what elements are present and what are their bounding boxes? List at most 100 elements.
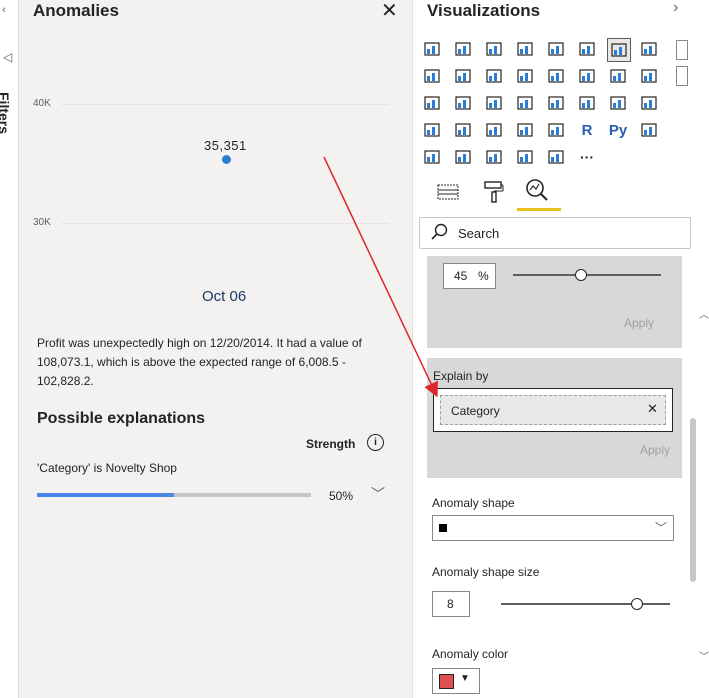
scroll-down-icon[interactable]: ﹀ bbox=[699, 648, 709, 663]
filters-label[interactable]: Filters bbox=[0, 92, 12, 134]
shape-size-slider-thumb[interactable] bbox=[631, 598, 644, 610]
pie-icon[interactable] bbox=[638, 65, 660, 87]
gridline-30k bbox=[61, 223, 389, 224]
shape-size-slider[interactable] bbox=[501, 603, 670, 605]
slicer-icon[interactable] bbox=[483, 119, 505, 141]
info-icon[interactable]: i bbox=[367, 434, 384, 451]
r-visual-icon[interactable]: R bbox=[576, 119, 598, 141]
strength-bar-fill bbox=[37, 493, 174, 497]
azure-map-icon[interactable] bbox=[576, 92, 598, 114]
color-swatch bbox=[439, 674, 454, 689]
explain-by-field-label: Category bbox=[451, 404, 500, 418]
gauge-icon[interactable] bbox=[607, 92, 629, 114]
paginated-report-icon[interactable] bbox=[483, 146, 505, 168]
chevron-down-icon[interactable]: ﹀ bbox=[371, 484, 385, 504]
kpi-icon[interactable] bbox=[452, 119, 474, 141]
caret-down-icon: ▼ bbox=[460, 673, 470, 684]
more-visuals-icon[interactable]: ··· bbox=[576, 146, 598, 168]
area-chart-icon[interactable] bbox=[638, 38, 660, 60]
anomaly-shape-label: Anomaly shape bbox=[432, 496, 515, 510]
line-column-icon[interactable] bbox=[452, 65, 474, 87]
threshold-slider[interactable] bbox=[513, 274, 661, 276]
card-icon[interactable] bbox=[638, 92, 660, 114]
key-influencers-icon[interactable] bbox=[638, 119, 660, 141]
y-tick-40k: 40K bbox=[33, 98, 51, 109]
collapse-arrow-icon[interactable]: ‹ bbox=[2, 4, 6, 16]
chevron-down-icon: ﹀ bbox=[655, 521, 668, 535]
explanation-label[interactable]: 'Category' is Novelty Shop bbox=[37, 461, 177, 475]
point-value-label: 35,351 bbox=[204, 138, 247, 153]
anomaly-point[interactable] bbox=[222, 155, 231, 164]
scatter-icon[interactable] bbox=[607, 65, 629, 87]
qna-icon[interactable] bbox=[452, 146, 474, 168]
waterfall-icon[interactable] bbox=[545, 65, 567, 87]
map-icon[interactable] bbox=[483, 92, 505, 114]
search-icon bbox=[430, 223, 448, 246]
stacked-100-column-icon[interactable] bbox=[576, 38, 598, 60]
search-input[interactable]: Search bbox=[458, 226, 499, 241]
scroll-up-icon[interactable]: ︿ bbox=[699, 306, 709, 321]
threshold-input[interactable]: 45 % bbox=[443, 263, 496, 289]
filled-map-icon[interactable] bbox=[514, 92, 536, 114]
bar-chart-icon[interactable] bbox=[452, 38, 474, 60]
donut-icon[interactable] bbox=[421, 92, 443, 114]
paint-roller-icon bbox=[484, 181, 504, 203]
stacked-bar-icon[interactable] bbox=[421, 38, 443, 60]
power-apps-icon[interactable] bbox=[545, 146, 567, 168]
close-icon[interactable]: ✕ bbox=[381, 0, 398, 23]
visualizations-title: Visualizations bbox=[427, 1, 541, 20]
tab-analytics[interactable] bbox=[525, 178, 549, 202]
anomaly-shape-dropdown[interactable]: ﹀ bbox=[432, 515, 674, 541]
side-box-1[interactable] bbox=[676, 40, 688, 60]
strength-value: 50% bbox=[329, 489, 354, 503]
table-icon[interactable] bbox=[514, 119, 536, 141]
threshold-apply-button[interactable]: Apply bbox=[624, 316, 654, 330]
funnel-icon[interactable] bbox=[576, 65, 598, 87]
line-area-icon[interactable] bbox=[421, 65, 443, 87]
anomaly-color-label: Anomaly color bbox=[432, 647, 509, 661]
tab-fields[interactable] bbox=[437, 183, 459, 201]
anomaly-description: Profit was unexpectedly high on 12/20/20… bbox=[37, 336, 362, 388]
explain-by-well[interactable]: Category ✕ bbox=[433, 388, 673, 432]
gridline-40k bbox=[61, 104, 389, 105]
visualizations-pane: Visualizations › R Py ··· Search 45 % Appl… bbox=[413, 0, 709, 698]
y-tick-30k: 30K bbox=[33, 217, 51, 228]
square-shape-icon bbox=[439, 524, 447, 532]
strength-label: Strength bbox=[306, 437, 356, 451]
tab-format[interactable] bbox=[483, 180, 505, 203]
python-visual-icon[interactable]: Py bbox=[607, 119, 629, 141]
x-axis-label: Oct 06 bbox=[202, 288, 247, 305]
line-chart-icon[interactable] bbox=[607, 38, 631, 62]
clustered-bar-icon[interactable] bbox=[483, 38, 505, 60]
multi-row-card-icon[interactable] bbox=[421, 119, 443, 141]
shape-map-icon[interactable] bbox=[545, 92, 567, 114]
fields-grid-icon bbox=[437, 184, 459, 200]
explain-by-apply-button[interactable]: Apply bbox=[640, 443, 670, 457]
anomaly-shape-size-value: 8 bbox=[447, 597, 454, 611]
threshold-slider-thumb[interactable] bbox=[574, 269, 587, 281]
scrollbar-thumb[interactable] bbox=[690, 418, 696, 582]
strength-bar bbox=[37, 493, 311, 497]
stacked-100-bar-icon[interactable] bbox=[545, 38, 567, 60]
filters-strip[interactable]: ‹ ◁ Filters bbox=[0, 0, 19, 698]
right-side-boxes bbox=[676, 40, 688, 100]
line-clustered-icon[interactable] bbox=[483, 65, 505, 87]
ribbon-chart-icon[interactable] bbox=[514, 65, 536, 87]
remove-field-icon[interactable]: ✕ bbox=[647, 401, 658, 417]
treemap-icon[interactable] bbox=[452, 92, 474, 114]
side-box-2[interactable] bbox=[676, 66, 688, 86]
column-chart-icon[interactable] bbox=[514, 38, 536, 60]
visual-types-grid: R Py ··· bbox=[421, 38, 676, 173]
chevron-right-icon[interactable]: › bbox=[673, 0, 678, 17]
search-box[interactable]: Search bbox=[419, 217, 691, 249]
possible-explanations-title: Possible explanations bbox=[37, 410, 206, 427]
explain-by-field-chip[interactable]: Category ✕ bbox=[440, 395, 666, 425]
explain-by-section: Explain by Category ✕ Apply bbox=[427, 358, 682, 478]
anomalies-title: Anomalies bbox=[33, 1, 119, 20]
smart-narrative-icon[interactable] bbox=[514, 146, 536, 168]
anomaly-color-picker[interactable]: ▼ bbox=[432, 668, 480, 694]
anomaly-shape-size-input[interactable]: 8 bbox=[432, 591, 470, 617]
decomposition-tree-icon[interactable] bbox=[421, 146, 443, 168]
filter-icon: ◁ bbox=[3, 50, 13, 64]
matrix-icon[interactable] bbox=[545, 119, 567, 141]
